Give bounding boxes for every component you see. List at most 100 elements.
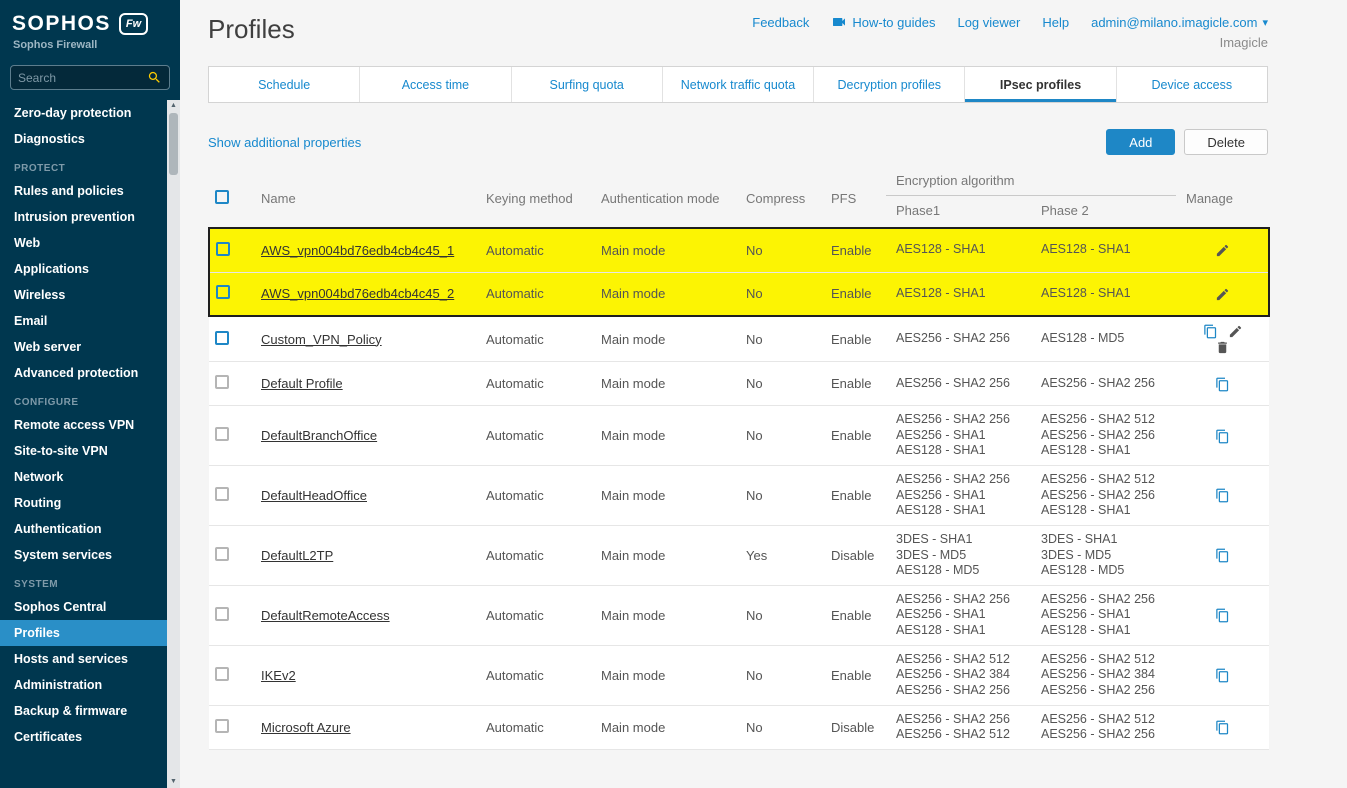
profile-name-link[interactable]: DefaultBranchOffice xyxy=(261,428,377,443)
profile-name-link[interactable]: DefaultRemoteAccess xyxy=(261,608,390,623)
header-link-help[interactable]: Help xyxy=(1042,15,1069,30)
tab-network-traffic-quota[interactable]: Network traffic quota xyxy=(663,67,814,102)
table-row-defaultremoteaccess: DefaultRemoteAccessAutomaticMain modeNoE… xyxy=(209,585,1269,645)
sidebar-item-wireless[interactable]: Wireless xyxy=(0,282,167,308)
edit-icon[interactable] xyxy=(1228,324,1243,339)
scrollbar-thumb[interactable] xyxy=(169,113,178,175)
select-all-checkbox[interactable] xyxy=(215,190,229,204)
col-header-phase1: Phase1 xyxy=(886,196,1031,229)
cell-manage xyxy=(1176,585,1269,645)
row-checkbox[interactable] xyxy=(215,607,229,621)
cell-checkbox xyxy=(209,362,251,406)
sidebar-item-email[interactable]: Email xyxy=(0,308,167,334)
col-header-pfs: PFS xyxy=(821,169,886,228)
header-link-feedback[interactable]: Feedback xyxy=(752,15,809,30)
tab-ipsec-profiles[interactable]: IPsec profiles xyxy=(965,67,1116,102)
profile-name-link[interactable]: Microsoft Azure xyxy=(261,720,351,735)
sidebar-item-administration[interactable]: Administration xyxy=(0,672,167,698)
row-checkbox[interactable] xyxy=(215,331,229,345)
sidebar-search[interactable] xyxy=(10,65,170,90)
tab-device-access[interactable]: Device access xyxy=(1117,67,1267,102)
sidebar-item-backup-firmware[interactable]: Backup & firmware xyxy=(0,698,167,724)
sidebar-scrollbar[interactable]: ▲ ▼ xyxy=(167,100,180,788)
sidebar-item-authentication[interactable]: Authentication xyxy=(0,516,167,542)
copy-icon[interactable] xyxy=(1215,720,1230,735)
cell-name: Microsoft Azure xyxy=(251,705,476,749)
sidebar-item-intrusion-prevention[interactable]: Intrusion prevention xyxy=(0,204,167,230)
copy-icon[interactable] xyxy=(1215,377,1230,392)
row-checkbox[interactable] xyxy=(215,719,229,733)
delete-button[interactable]: Delete xyxy=(1184,129,1268,155)
sidebar-item-site-to-site-vpn[interactable]: Site-to-site VPN xyxy=(0,438,167,464)
sidebar-item-hosts-and-services[interactable]: Hosts and services xyxy=(0,646,167,672)
cell-keying-method: Automatic xyxy=(476,645,591,705)
row-checkbox[interactable] xyxy=(215,667,229,681)
cell-checkbox xyxy=(209,466,251,526)
copy-icon[interactable] xyxy=(1215,488,1230,503)
tab-access-time[interactable]: Access time xyxy=(360,67,511,102)
account-menu[interactable]: admin@milano.imagicle.com▾ xyxy=(1091,15,1268,30)
scrollbar-down-arrow-icon[interactable]: ▼ xyxy=(167,776,180,788)
cell-phase2: AES256 - SHA2 256 AES256 - SHA1 AES128 -… xyxy=(1031,585,1176,645)
table-row-defaultheadoffice: DefaultHeadOfficeAutomaticMain modeNoEna… xyxy=(209,466,1269,526)
copy-icon[interactable] xyxy=(1215,668,1230,683)
cell-phase2: AES128 - MD5 xyxy=(1031,316,1176,362)
tab-decryption-profiles[interactable]: Decryption profiles xyxy=(814,67,965,102)
sophos-logo: SOPHOS Fw xyxy=(0,0,180,36)
cell-compress: No xyxy=(736,316,821,362)
sidebar-item-sophos-central[interactable]: Sophos Central xyxy=(0,594,167,620)
cell-phase1: AES256 - SHA2 256 AES256 - SHA1 AES128 -… xyxy=(886,585,1031,645)
header-link-label: Help xyxy=(1042,15,1069,30)
sidebar-item-advanced-protection[interactable]: Advanced protection xyxy=(0,360,167,386)
add-button[interactable]: Add xyxy=(1106,129,1175,155)
show-additional-properties-link[interactable]: Show additional properties xyxy=(208,135,361,150)
edit-icon[interactable] xyxy=(1215,287,1230,302)
tab-schedule[interactable]: Schedule xyxy=(209,67,360,102)
sidebar-item-certificates[interactable]: Certificates xyxy=(0,724,167,750)
cell-phase2: AES256 - SHA2 512 AES256 - SHA2 256 AES1… xyxy=(1031,466,1176,526)
row-checkbox[interactable] xyxy=(215,427,229,441)
sidebar-item-zero-day-protection[interactable]: Zero-day protection xyxy=(0,100,167,126)
sidebar-item-web[interactable]: Web xyxy=(0,230,167,256)
tab-bar: ScheduleAccess timeSurfing quotaNetwork … xyxy=(208,66,1268,103)
profile-name-link[interactable]: DefaultL2TP xyxy=(261,548,333,563)
search-input[interactable] xyxy=(18,71,147,85)
delete-icon[interactable] xyxy=(1215,340,1230,355)
tab-surfing-quota[interactable]: Surfing quota xyxy=(512,67,663,102)
copy-icon[interactable] xyxy=(1215,608,1230,623)
row-checkbox[interactable] xyxy=(215,487,229,501)
profile-name-link[interactable]: DefaultHeadOffice xyxy=(261,488,367,503)
header-link-how-to-guides[interactable]: How-to guides xyxy=(831,14,935,30)
sidebar-item-diagnostics[interactable]: Diagnostics xyxy=(0,126,167,152)
sidebar-item-network[interactable]: Network xyxy=(0,464,167,490)
profile-name-link[interactable]: IKEv2 xyxy=(261,668,296,683)
copy-icon[interactable] xyxy=(1215,548,1230,563)
sidebar-item-applications[interactable]: Applications xyxy=(0,256,167,282)
row-checkbox[interactable] xyxy=(216,242,230,256)
table-row-aws-vpn004bd76edb4cb4c45-1: AWS_vpn004bd76edb4cb4c45_1AutomaticMain … xyxy=(209,228,1269,272)
cell-manage xyxy=(1176,316,1269,362)
sidebar-item-remote-access-vpn[interactable]: Remote access VPN xyxy=(0,412,167,438)
copy-icon[interactable] xyxy=(1203,324,1218,339)
profile-name-link[interactable]: AWS_vpn004bd76edb4cb4c45_2 xyxy=(261,286,454,301)
profile-name-link[interactable]: Custom_VPN_Policy xyxy=(261,332,382,347)
row-checkbox[interactable] xyxy=(215,547,229,561)
cell-pfs: Enable xyxy=(821,645,886,705)
row-checkbox[interactable] xyxy=(215,375,229,389)
sidebar-item-web-server[interactable]: Web server xyxy=(0,334,167,360)
cell-manage xyxy=(1176,645,1269,705)
edit-icon[interactable] xyxy=(1215,243,1230,258)
search-icon[interactable] xyxy=(147,70,162,85)
sidebar-item-profiles[interactable]: Profiles xyxy=(0,620,167,646)
row-checkbox[interactable] xyxy=(216,285,230,299)
cell-phase1: AES256 - SHA2 256 AES256 - SHA1 AES128 -… xyxy=(886,406,1031,466)
copy-icon[interactable] xyxy=(1215,429,1230,444)
cell-manage xyxy=(1176,272,1269,316)
sidebar-item-routing[interactable]: Routing xyxy=(0,490,167,516)
header-link-log-viewer[interactable]: Log viewer xyxy=(957,15,1020,30)
sidebar-item-system-services[interactable]: System services xyxy=(0,542,167,568)
sidebar-item-rules-and-policies[interactable]: Rules and policies xyxy=(0,178,167,204)
profile-name-link[interactable]: Default Profile xyxy=(261,376,343,391)
profile-name-link[interactable]: AWS_vpn004bd76edb4cb4c45_1 xyxy=(261,243,454,258)
scrollbar-up-arrow-icon[interactable]: ▲ xyxy=(167,100,180,112)
